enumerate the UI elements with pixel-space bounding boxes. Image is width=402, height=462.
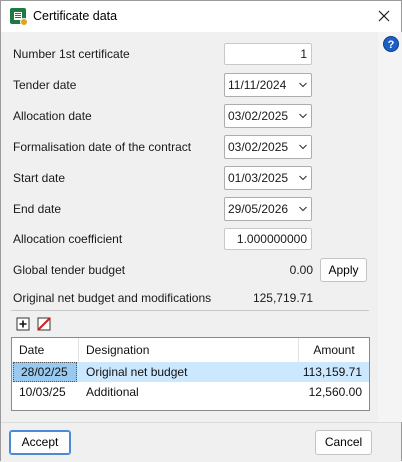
column-header-date[interactable]: Date <box>12 338 79 362</box>
allocation-date-value: 03/02/2025 <box>228 109 289 123</box>
divider <box>11 310 369 311</box>
number-first-certificate-label: Number 1st certificate <box>13 47 130 61</box>
dialog-footer: Accept Cancel <box>1 422 401 462</box>
row-amount: 12,560.00 <box>308 385 362 399</box>
original-net-budget-label: Original net budget and modifications <box>13 291 212 305</box>
help-icon[interactable]: ? <box>383 36 399 52</box>
column-header-designation[interactable]: Designation <box>79 338 299 362</box>
certificate-app-icon <box>10 8 28 26</box>
row-amount: 113,159.71 <box>302 365 362 379</box>
close-button[interactable] <box>367 1 401 32</box>
budget-table: Date Designation Amount 28/02/25 Origina… <box>11 337 370 411</box>
accept-button[interactable]: Accept <box>9 430 71 455</box>
formalisation-date-picker[interactable]: 03/02/2025 <box>224 135 312 159</box>
global-tender-budget-label: Global tender budget <box>13 263 126 277</box>
window-title: Certificate data <box>33 9 118 23</box>
cancel-button[interactable]: Cancel <box>315 430 372 455</box>
close-icon <box>378 10 390 22</box>
formalisation-date-value: 03/02/2025 <box>228 140 289 154</box>
end-date-picker[interactable]: 29/05/2026 <box>224 197 312 221</box>
chevron-down-icon <box>299 82 307 88</box>
number-first-certificate-input[interactable]: 1 <box>224 43 312 65</box>
formalisation-date-label: Formalisation date of the contract <box>13 140 192 154</box>
row-designation: Additional <box>86 385 139 399</box>
end-date-value: 29/05/2026 <box>228 202 289 216</box>
apply-button[interactable]: Apply <box>320 258 367 282</box>
global-tender-budget-value: 0.00 <box>289 263 313 277</box>
row-date: 28/02/25 <box>13 362 77 382</box>
chevron-down-icon <box>299 206 307 212</box>
allocation-date-picker[interactable]: 03/02/2025 <box>224 104 312 128</box>
start-date-label: Start date <box>13 171 66 185</box>
table-row[interactable]: 28/02/25 Original net budget 113,159.71 <box>12 362 369 382</box>
tender-date-picker[interactable]: 11/11/2024 <box>224 73 312 97</box>
start-date-value: 01/03/2025 <box>228 171 289 185</box>
chevron-down-icon <box>299 144 307 150</box>
row-designation: Original net budget <box>86 365 188 379</box>
title-bar: Certificate data <box>1 1 401 32</box>
side-panel <box>378 32 402 422</box>
table-row[interactable]: 10/03/25 Additional 12,560.00 <box>12 382 369 402</box>
end-date-label: End date <box>13 202 62 216</box>
column-header-amount[interactable]: Amount <box>299 338 369 362</box>
allocation-date-label: Allocation date <box>13 109 92 123</box>
delete-row-icon[interactable] <box>37 317 51 331</box>
chevron-down-icon <box>299 113 307 119</box>
certificate-data-dialog: Certificate data ? Number 1st certificat… <box>0 0 402 462</box>
tender-date-label: Tender date <box>13 78 77 92</box>
tender-date-value: 11/11/2024 <box>228 78 287 92</box>
add-row-icon[interactable] <box>16 317 30 331</box>
start-date-picker[interactable]: 01/03/2025 <box>224 166 312 190</box>
row-date: 10/03/25 <box>19 385 66 399</box>
original-net-budget-value: 125,719.71 <box>252 291 313 305</box>
allocation-coefficient-input[interactable]: 1.000000000 <box>224 228 312 250</box>
allocation-coefficient-label: Allocation coefficient <box>13 232 123 246</box>
chevron-down-icon <box>299 175 307 181</box>
